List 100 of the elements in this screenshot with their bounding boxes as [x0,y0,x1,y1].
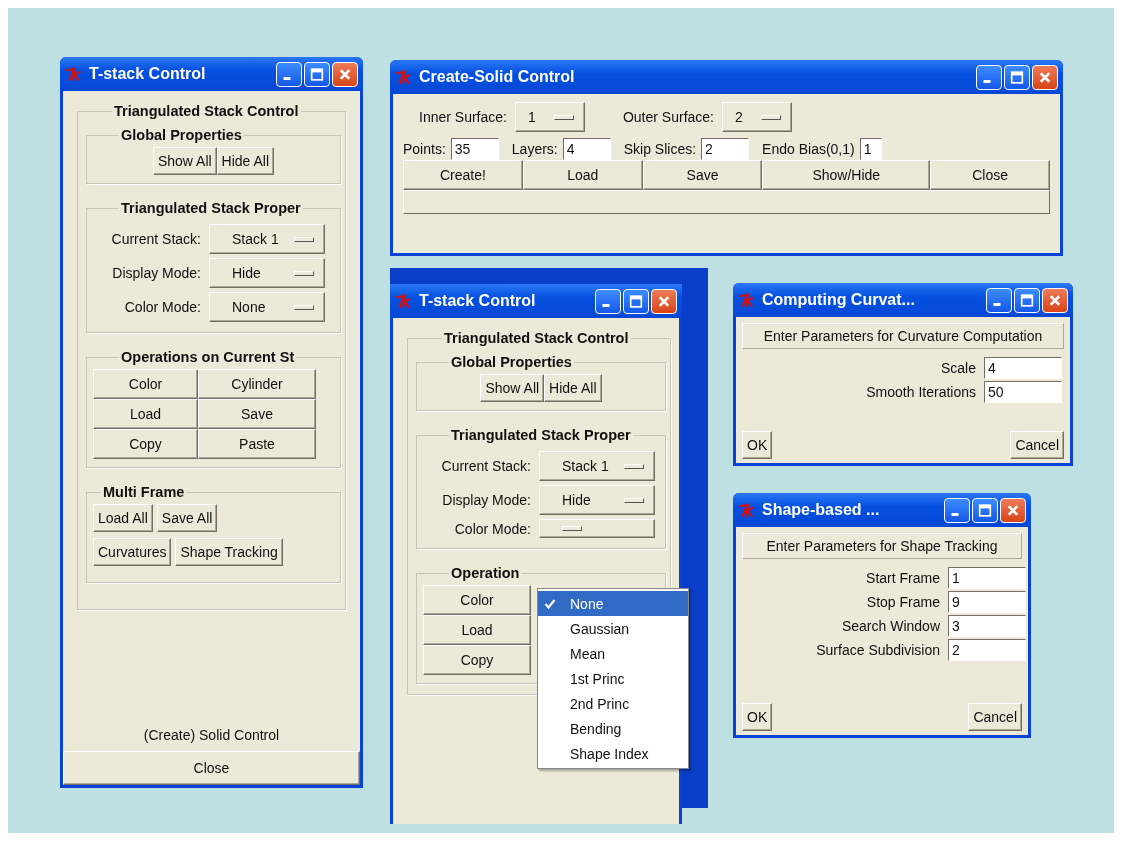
option-indicator-icon [562,526,582,531]
close-button[interactable] [1032,64,1058,90]
toolbar-button[interactable]: Show All [152,147,217,175]
window-title: Create-Solid Control [419,68,576,86]
minimize-icon [983,79,991,83]
feather-logo-icon [739,502,757,518]
close-button[interactable] [1000,497,1026,523]
option-indicator-icon [294,236,314,242]
window-title: T-stack Control [419,292,537,310]
field-label: Search Window [840,618,941,634]
field-label: Skip Slices: [623,141,697,157]
action-button[interactable]: Load [93,399,198,429]
action-button[interactable]: Copy [423,645,531,675]
maximize-button[interactable] [304,61,330,87]
input-field[interactable]: 2 [701,138,750,160]
action-button[interactable]: Curvatures [93,538,172,566]
action-button[interactable]: Load [423,615,531,645]
group-title: Triangulated Stack Proper [120,200,302,216]
maximize-button[interactable] [1004,64,1030,90]
action-button[interactable]: Color [93,369,198,399]
group-title: Global Properties [120,127,243,143]
action-button[interactable]: Show/Hide [762,160,931,190]
close-button[interactable] [332,61,358,87]
option-menu[interactable]: Hide [539,485,655,515]
group-title: Triangulated Stack Proper [450,427,632,443]
toolbar-button[interactable]: Show All [480,374,545,402]
action-button[interactable]: Copy [93,429,198,459]
minimize-button[interactable] [986,287,1012,313]
action-button[interactable]: Cylinder [198,369,316,399]
window-title: Computing Curvat... [762,291,916,309]
input-field[interactable]: 2 [948,639,1026,661]
option-indicator-icon [294,270,314,276]
menu-item[interactable]: None [538,591,688,616]
minimize-button[interactable] [976,64,1002,90]
field-label: Inner Surface: [419,109,507,125]
option-menu[interactable] [539,519,655,538]
option-menu[interactable]: 1 [514,102,585,132]
maximize-button[interactable] [623,288,649,314]
option-menu[interactable]: Stack 1 [209,224,325,254]
action-button[interactable]: Paste [198,429,316,459]
option-menu[interactable]: Stack 1 [539,451,655,481]
option-indicator-icon [624,497,644,503]
action-button[interactable]: Save All [156,504,218,532]
action-button[interactable]: Save [642,160,763,190]
action-button[interactable]: Shape Tracking [175,538,283,566]
action-button[interactable]: Color [423,585,531,615]
option-indicator-icon [553,114,574,120]
cancel-button[interactable]: Cancel [968,703,1022,731]
option-menu[interactable]: 2 [722,102,792,132]
field-label: Color Mode: [123,299,201,315]
input-field[interactable]: 35 [450,138,499,160]
field-label: Current Stack: [110,231,201,247]
ok-button[interactable]: OK [742,431,773,459]
action-button[interactable]: Load All [93,504,153,532]
input-field[interactable]: 50 [984,381,1062,403]
input-field[interactable]: 4 [562,138,611,160]
window-title: T-stack Control [89,65,207,83]
group-title: Triangulated Stack Control [113,103,300,119]
minimize-button[interactable] [276,61,302,87]
field-label: Layers: [511,141,558,157]
minimize-icon [283,76,291,80]
field-label: Display Mode: [111,265,201,281]
maximize-icon [1008,68,1026,86]
input-field[interactable]: 9 [948,591,1026,613]
maximize-button[interactable] [972,497,998,523]
input-field[interactable]: 1 [948,567,1026,589]
ok-button[interactable]: OK [742,703,773,731]
field-label: Surface Subdivision [815,642,941,658]
maximize-button[interactable] [1014,287,1040,313]
input-field[interactable]: 4 [984,357,1062,379]
field-label: Current Stack: [440,458,531,474]
minimize-icon [602,303,610,307]
minimize-icon [951,512,959,516]
action-button[interactable]: Create! [403,160,523,190]
toolbar-button[interactable]: Hide All [216,147,275,175]
input-field[interactable]: 3 [948,615,1026,637]
action-button[interactable]: Save [198,399,316,429]
input-field[interactable]: 1 [859,138,882,160]
option-indicator-icon [761,114,781,120]
menu-item[interactable]: Shape Index [538,741,688,766]
cancel-button[interactable]: Cancel [1010,431,1064,459]
menu-item[interactable]: 2nd Princ [538,691,688,716]
menu-item[interactable]: Gaussian [538,616,688,641]
toolbar-button[interactable]: Hide All [544,374,602,402]
action-button[interactable]: Close [930,160,1050,190]
menu-item[interactable]: Bending [538,716,688,741]
group-title: Global Properties [450,354,573,370]
close-button[interactable] [651,288,677,314]
section-label: (Create) Solid Control [142,727,281,743]
close-button[interactable] [1042,287,1068,313]
menu-item[interactable]: Mean [538,641,688,666]
minimize-button[interactable] [595,288,621,314]
close-window-button[interactable]: Close [63,751,360,785]
minimize-button[interactable] [944,497,970,523]
action-button[interactable]: Load [522,160,643,190]
menu-item[interactable]: 1st Princ [538,666,688,691]
option-menu[interactable]: Hide [209,258,325,288]
dialog-heading: Enter Parameters for Curvature Computation [742,323,1064,349]
option-menu[interactable]: None [209,292,325,322]
field-label: Scale [939,360,977,376]
